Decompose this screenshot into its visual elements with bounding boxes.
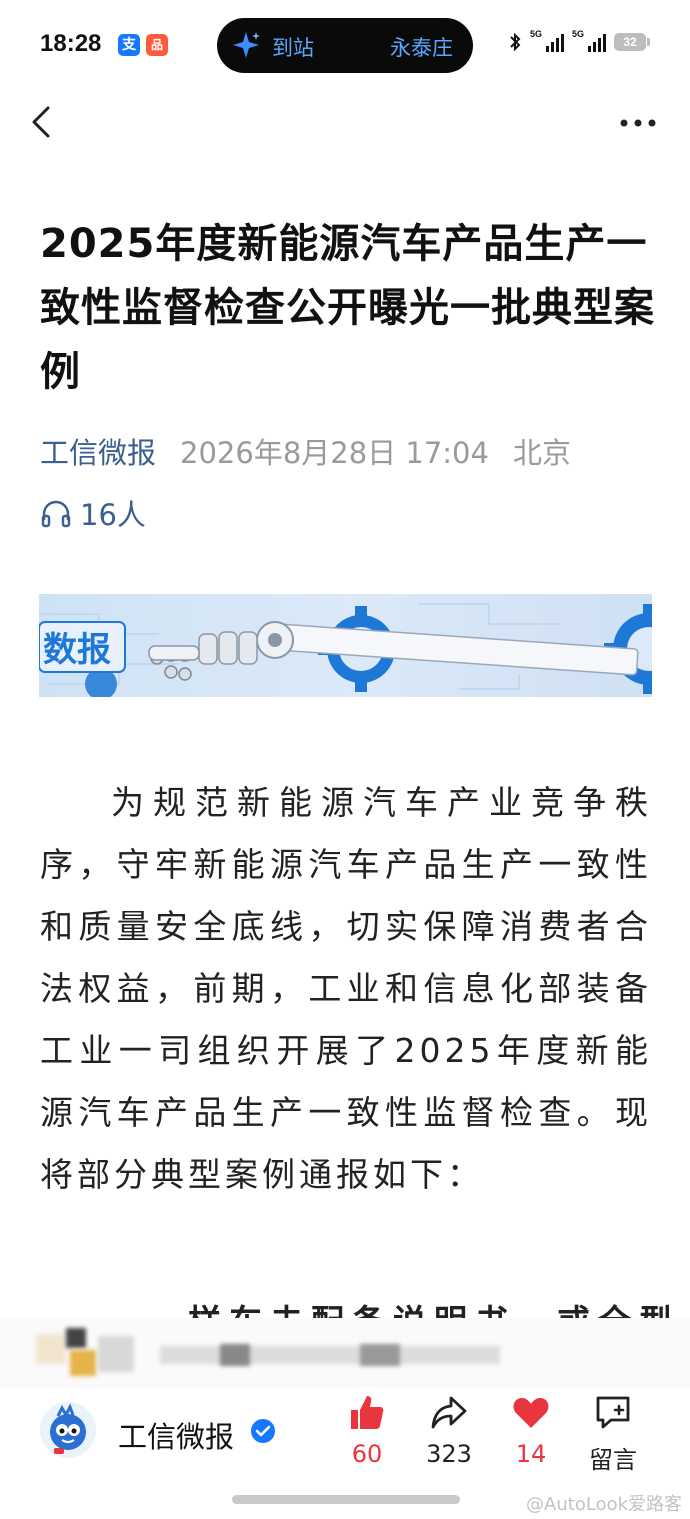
chevron-left-icon[interactable] bbox=[22, 100, 62, 144]
dynamic-island-transit[interactable]: 到站 永泰庄 bbox=[217, 18, 473, 73]
article-body-paragraph: 为规范新能源汽车产业竞争秩序，守牢新能源汽车产品生产一致性和质量安全底线，切实保… bbox=[40, 783, 652, 1194]
publish-date: 2026年8月28日 17:04 bbox=[180, 436, 489, 470]
status-indicators: 5G 5G 32 bbox=[508, 29, 650, 52]
status-bar: 18:28 支 品 到站 永泰庄 5G 5G 32 bbox=[0, 0, 690, 90]
robot-arm-illustration bbox=[148, 621, 639, 681]
account-avatar[interactable] bbox=[40, 1402, 96, 1458]
bluetooth-icon bbox=[510, 32, 521, 52]
watermark: @AutoLook爱路客 bbox=[526, 1494, 682, 1515]
status-time: 18:28 bbox=[40, 30, 102, 57]
article-meta: 工信微报 2026年8月28日 17:04 北京 bbox=[40, 430, 571, 472]
blurred-comment-preview bbox=[0, 1318, 690, 1388]
listen-count-label: 16人 bbox=[80, 498, 146, 532]
favorite-button[interactable]: 14 bbox=[496, 1392, 566, 1468]
verified-badge-icon bbox=[251, 1419, 275, 1443]
listen-count[interactable]: 16人 bbox=[40, 492, 146, 534]
comment-label: 留言 bbox=[589, 1446, 637, 1474]
sparkle-icon bbox=[233, 32, 260, 58]
banner-text: 数报 bbox=[43, 630, 111, 670]
headphones-icon bbox=[41, 500, 71, 528]
transit-station-label: 永泰庄 bbox=[390, 36, 453, 60]
favorite-count: 14 bbox=[515, 1440, 547, 1468]
author-link[interactable]: 工信微报 bbox=[40, 436, 156, 470]
thumbs-up-icon bbox=[351, 1396, 384, 1429]
share-count: 323 bbox=[426, 1440, 472, 1468]
heart-icon bbox=[513, 1398, 549, 1428]
share-icon bbox=[431, 1396, 467, 1429]
article-title: 2025年度新能源汽车产品生产一致性监督检查公开曝光一批典型案例 bbox=[40, 221, 655, 395]
account-name[interactable]: 工信微报 bbox=[118, 1414, 234, 1456]
home-indicator[interactable] bbox=[232, 1495, 460, 1504]
article-banner-image: 数报 bbox=[39, 594, 652, 697]
like-count: 60 bbox=[351, 1440, 383, 1468]
share-button[interactable]: 323 bbox=[414, 1392, 484, 1468]
shopping-app-icon: 品 bbox=[146, 34, 168, 56]
battery-icon: 32 bbox=[614, 33, 650, 51]
comment-button[interactable]: 留言 bbox=[578, 1392, 648, 1475]
publish-location: 北京 bbox=[512, 436, 571, 470]
ellipsis-icon[interactable] bbox=[616, 108, 660, 138]
comment-icon bbox=[596, 1396, 630, 1429]
signal-strength-2-icon: 5G bbox=[572, 29, 606, 52]
signal-strength-1-icon: 5G bbox=[530, 29, 564, 52]
alipay-icon: 支 bbox=[118, 34, 140, 56]
like-button[interactable]: 60 bbox=[332, 1392, 402, 1468]
transit-status-label: 到站 bbox=[272, 36, 314, 60]
